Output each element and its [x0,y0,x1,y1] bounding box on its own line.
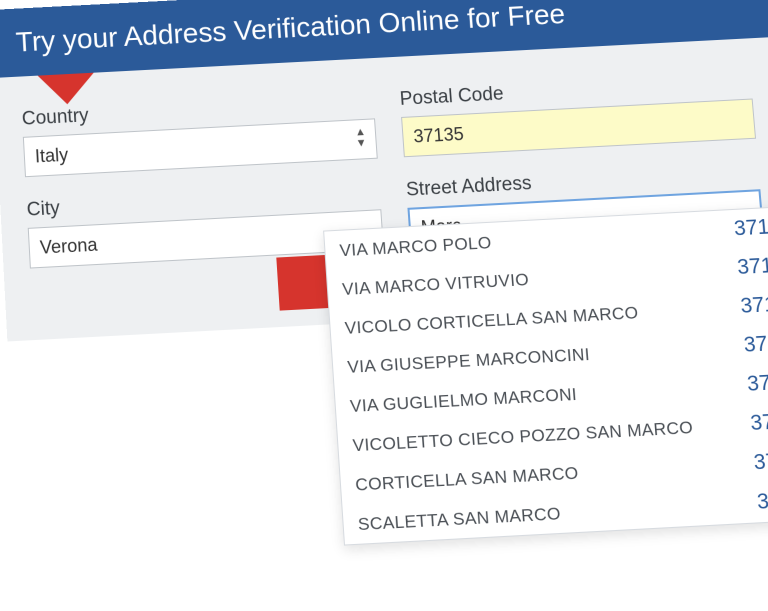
autocomplete-code: 37138 [733,214,768,241]
autocomplete-code: 37138 [736,253,768,281]
autocomplete-dropdown: VIA MARCO POLO 37138 VIA MARCO VITRUVIO 371… [323,205,768,545]
autocomplete-street: SCALETTA SAN MARCO [357,504,561,536]
autocomplete-street: VIA MARCO VITRUVIO [342,270,530,300]
autocomplete-street: VIA GIUSEPPE MARCONCINI [347,345,591,378]
autocomplete-code: 37121 [756,487,768,515]
autocomplete-code: 37121 [740,291,768,319]
autocomplete-code: 37121 [749,408,768,436]
header-chevron-icon [38,73,96,106]
autocomplete-code: 37133 [743,330,768,358]
autocomplete-code: 37122 [746,369,768,397]
autocomplete-street: CORTICELLA SAN MARCO [355,463,580,496]
autocomplete-street: VIA GUGLIELMO MARCONI [349,384,577,417]
autocomplete-code: 37121 [753,448,768,476]
autocomplete-street: VIA MARCO POLO [339,233,492,261]
